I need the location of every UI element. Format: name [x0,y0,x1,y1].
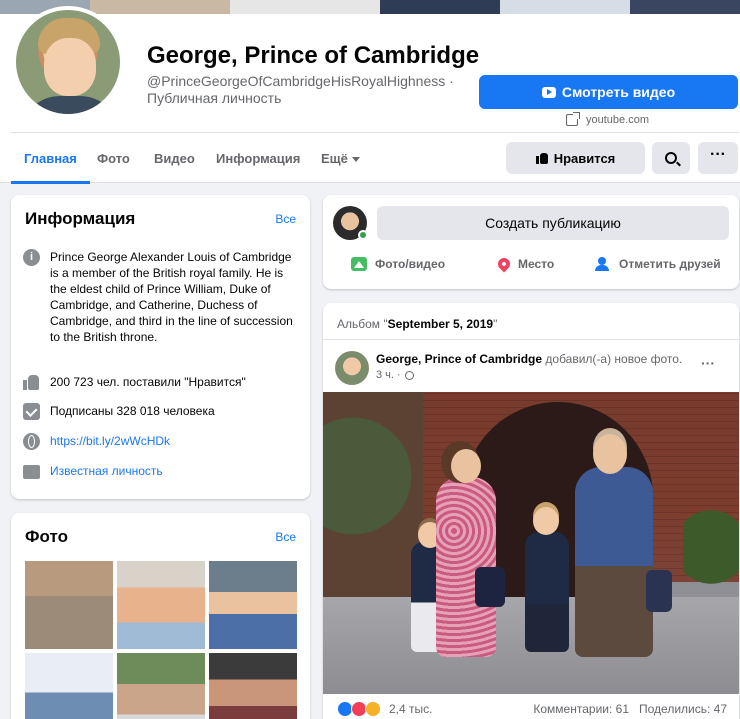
location-label: Место [518,257,555,271]
likes-count: 200 723 чел. поставили "Нравится" [50,375,246,389]
info-see-all-link[interactable]: Все [275,212,296,226]
location-pin-icon [495,255,513,273]
wow-reaction-icon [365,701,381,717]
post-photo[interactable] [323,392,739,694]
tag-friends-label: Отметить друзей [619,257,721,271]
photos-card: Фото Все [11,513,310,719]
watch-video-label: Смотреть видео [561,84,676,100]
youtube-icon [541,86,556,98]
reactions-summary[interactable]: 2,4 тыс. [337,701,432,717]
followers-count: Подписаны 328 018 человека [50,404,215,418]
search-icon [665,152,677,164]
post-author-line: George, Prince of Cambridge добавил(-а) … [376,352,682,366]
tab-videos[interactable]: Видео [141,133,208,184]
tab-more[interactable]: Ещё [308,133,373,184]
photo-icon [351,257,367,271]
info-title: Информация [25,209,136,228]
photo-video-label: Фото/видео [375,257,446,271]
photo-thumbnail[interactable] [117,653,205,719]
search-button[interactable] [652,142,690,174]
category-row: Известная личность [23,463,163,479]
cover-photo-strip [0,0,740,14]
tag-friends-button[interactable]: Отметить друзей [595,257,721,271]
photos-see-all-link[interactable]: Все [275,530,296,544]
about-description: Prince George Alexander Louis of Cambrid… [50,250,293,344]
external-link-icon [566,112,580,126]
post-stats: Комментарии: 61 Поделились: 47 [533,702,727,716]
like-page-label: Нравится [553,150,616,166]
album-post-card: Альбом "September 5, 2019" George, Princ… [323,303,739,719]
post-more-button[interactable]: ··· [701,355,715,371]
post-author-link[interactable]: George, Prince of Cambridge [376,352,542,366]
avatar[interactable] [335,351,369,385]
divider [323,339,739,340]
more-options-button[interactable]: ··· [698,142,738,174]
album-prefix: Альбом " [337,317,388,331]
watch-video-button[interactable]: Смотреть видео [479,75,738,109]
album-suffix: " [493,317,498,331]
photo-thumbnail[interactable] [25,653,113,719]
category-link[interactable]: Известная личность [50,463,163,479]
globe-icon [23,433,40,450]
tab-photos[interactable]: Фото [84,133,143,184]
follow-check-icon [23,403,40,420]
profile-header: George, Prince of Cambridge @PrinceGeorg… [0,0,740,184]
thumbs-up-icon [535,152,548,164]
create-post-input[interactable]: Создать публикацию [377,206,729,240]
shares-count[interactable]: Поделились: 47 [639,702,727,716]
like-page-button[interactable]: Нравится [506,142,645,174]
followers-row: Подписаны 328 018 человека [23,403,215,420]
album-header: Альбом "September 5, 2019" [337,317,497,331]
album-name-link[interactable]: September 5, 2019 [388,317,493,331]
page-category[interactable]: Публичная личность [147,90,281,106]
tab-about[interactable]: Информация [203,133,313,184]
tab-home[interactable]: Главная [11,133,90,184]
likes-row: 200 723 чел. поставили "Нравится" [23,374,246,391]
globe-icon [404,370,414,380]
post-action-text: добавил(-а) новое фото. [545,352,683,366]
location-button[interactable]: Место [495,255,555,273]
category-icon [23,465,40,479]
info-card: Информация Все Prince George Alexander L… [11,195,310,499]
photo-thumbnail[interactable] [209,653,297,719]
page-title: George, Prince of Cambridge [147,42,480,69]
online-status-dot [358,230,368,240]
website-link[interactable]: https://bit.ly/2wWcHDk [50,433,170,450]
profile-avatar[interactable] [12,6,124,118]
post-time-text: 3 ч. · [376,369,401,381]
thumbs-up-icon [23,374,40,391]
photo-thumbnail[interactable] [25,561,113,649]
about-description-row: Prince George Alexander Louis of Cambrid… [23,249,293,345]
info-icon [23,249,40,266]
reaction-count: 2,4 тыс. [389,702,433,716]
chevron-down-icon [351,157,360,163]
tag-friends-icon [595,257,611,271]
tab-more-label: Ещё [321,151,348,166]
external-link-label: youtube.com [586,114,649,126]
photos-title: Фото [25,527,68,546]
create-post-card: Создать публикацию Фото/видео Место Отме… [323,195,739,289]
page-handle: @PrinceGeorgeOfCambridgeHisRoyalHighness… [147,73,454,89]
photo-thumbnail[interactable] [117,561,205,649]
comments-count[interactable]: Комментарии: 61 [533,702,629,716]
external-link[interactable]: youtube.com [566,112,649,126]
photo-video-button[interactable]: Фото/видео [351,257,445,271]
website-row: https://bit.ly/2wWcHDk [23,433,170,450]
photo-thumbnail[interactable] [209,561,297,649]
post-timestamp[interactable]: 3 ч. · [376,369,414,381]
